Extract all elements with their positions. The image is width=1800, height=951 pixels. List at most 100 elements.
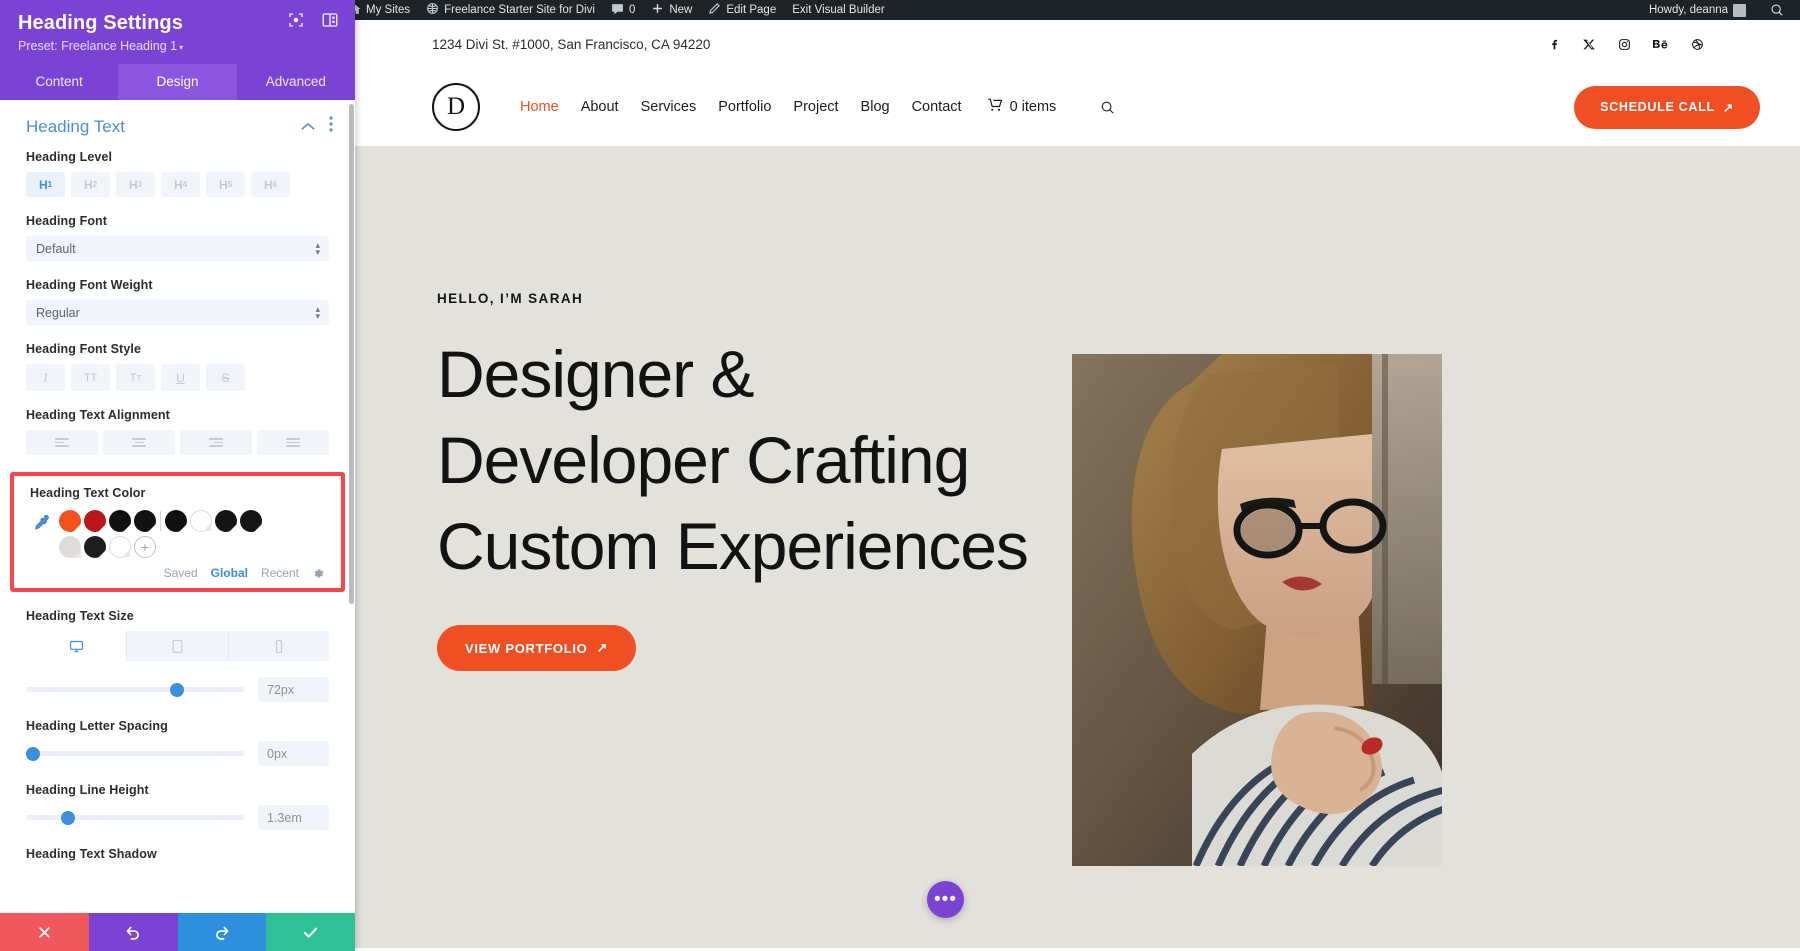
arrow-up-right-icon: ↗ — [596, 640, 608, 656]
eyedropper-icon[interactable] — [30, 510, 52, 536]
admin-bar-item-new[interactable]: New — [643, 0, 700, 20]
nav-item-project[interactable]: Project — [793, 99, 838, 115]
search-icon[interactable] — [1762, 0, 1792, 20]
align-justify-button[interactable] — [257, 430, 329, 455]
chevron-down-icon: ▾ — [179, 43, 183, 52]
color-swatch[interactable] — [109, 510, 131, 532]
slider-knob[interactable] — [61, 811, 75, 825]
color-swatch[interactable] — [84, 536, 106, 558]
heading-text-color-highlight: Heading Text Color — [10, 472, 345, 592]
view-portfolio-button[interactable]: VIEW PORTFOLIO ↗ — [437, 625, 636, 671]
heading-font-weight-select[interactable]: Regular ▴▾ — [26, 300, 329, 325]
behance-icon[interactable] — [1653, 39, 1669, 50]
heading-level-h6[interactable]: H6 — [251, 172, 290, 197]
panel-preset[interactable]: Preset: Freelance Heading 1▾ — [18, 39, 337, 64]
heading-level-h5[interactable]: H5 — [206, 172, 245, 197]
hero-headline[interactable]: Designer & Developer Crafting Custom Exp… — [437, 332, 1057, 589]
instagram-icon[interactable] — [1618, 38, 1631, 51]
field-heading-line-height: Heading Line Height 1.3em — [0, 783, 355, 830]
align-center-button[interactable] — [103, 430, 175, 455]
panel-layout-icon[interactable] — [321, 11, 339, 29]
schedule-call-button[interactable]: SCHEDULE CALL ↗ — [1574, 86, 1760, 129]
tab-design[interactable]: Design — [118, 64, 236, 100]
color-swatch[interactable] — [190, 510, 212, 532]
nav-item-contact[interactable]: Contact — [912, 99, 962, 115]
heading-line-height-value[interactable]: 1.3em — [258, 805, 329, 830]
site-logo[interactable]: D — [432, 83, 480, 131]
color-swatch[interactable] — [240, 510, 262, 532]
focus-target-icon[interactable] — [287, 11, 305, 29]
preset-label: Preset: Freelance Heading 1 — [18, 39, 177, 53]
color-swatch[interactable] — [165, 510, 187, 532]
field-heading-font-style: Heading Font Style I TT TT U S — [0, 342, 355, 391]
align-right-button[interactable] — [180, 430, 252, 455]
kebab-menu-icon[interactable] — [329, 116, 333, 137]
add-color-button[interactable]: + — [134, 536, 156, 558]
tab-content[interactable]: Content — [0, 64, 118, 100]
color-swatches: + — [59, 510, 275, 558]
arrow-up-right-icon: ↗ — [1723, 100, 1734, 115]
color-swatch[interactable] — [84, 510, 106, 532]
heading-level-h3[interactable]: H3 — [116, 172, 155, 197]
admin-bar-item-exit-visual-builder[interactable]: Exit Visual Builder — [784, 0, 892, 20]
slider-knob[interactable] — [26, 747, 40, 761]
font-style-strikethrough-button[interactable]: S — [206, 364, 245, 391]
howdy-user[interactable]: Howdy, deanna — [1641, 0, 1754, 20]
chevron-up-icon[interactable] — [301, 118, 315, 136]
heading-letter-spacing-value[interactable]: 0px — [258, 741, 329, 766]
nav-item-home[interactable]: Home — [520, 99, 559, 115]
panel-scrollbar[interactable] — [349, 104, 354, 604]
color-swatch[interactable] — [109, 536, 131, 558]
device-phone-button[interactable] — [229, 631, 329, 661]
panel-header-icons — [287, 11, 339, 29]
gear-icon[interactable] — [312, 567, 325, 580]
save-button[interactable] — [266, 913, 355, 951]
color-swatch[interactable] — [59, 536, 81, 558]
heading-text-size-value[interactable]: 72px — [258, 677, 329, 702]
color-swatch[interactable] — [59, 510, 81, 532]
tab-advanced[interactable]: Advanced — [237, 64, 355, 100]
nav-item-services[interactable]: Services — [641, 99, 697, 115]
search-icon[interactable] — [1100, 100, 1115, 115]
font-style-underline-button[interactable]: U — [161, 364, 200, 391]
device-tablet-button[interactable] — [127, 631, 228, 661]
palette-tab-recent[interactable]: Recent — [261, 566, 299, 580]
nav-item-about[interactable]: About — [581, 99, 619, 115]
heading-level-h1[interactable]: H1 — [26, 172, 65, 197]
undo-button[interactable] — [89, 913, 178, 951]
nav-item-portfolio[interactable]: Portfolio — [718, 99, 771, 115]
palette-tab-global[interactable]: Global — [211, 566, 248, 580]
admin-bar-item-comments[interactable]: 0 — [603, 0, 643, 20]
align-left-button[interactable] — [26, 430, 98, 455]
color-swatch[interactable] — [215, 510, 237, 532]
redo-button[interactable] — [178, 913, 267, 951]
heading-level-h2[interactable]: H2 — [71, 172, 110, 197]
device-desktop-button[interactable] — [26, 631, 127, 661]
admin-bar-item-edit-page[interactable]: Edit Page — [700, 0, 784, 20]
more-options-icon[interactable]: ••• — [927, 881, 964, 918]
heading-letter-spacing-slider[interactable] — [26, 745, 244, 763]
heading-line-height-slider[interactable] — [26, 809, 244, 827]
font-style-uppercase-button[interactable]: TT — [71, 364, 110, 391]
font-style-capitalize-button[interactable]: TT — [116, 364, 155, 391]
panel-scroll-area: Heading Text Heading Level H1 — [0, 100, 355, 913]
admin-bar-item-site-name[interactable]: Freelance Starter Site for Divi — [418, 0, 603, 20]
x-twitter-icon[interactable] — [1583, 38, 1596, 51]
dribbble-icon[interactable] — [1691, 38, 1704, 51]
slider-knob[interactable] — [170, 683, 184, 697]
section-heading-text[interactable]: Heading Text — [0, 100, 355, 150]
palette-tab-saved[interactable]: Saved — [164, 566, 198, 580]
heading-level-h4[interactable]: H4 — [161, 172, 200, 197]
font-style-italic-button[interactable]: I — [26, 364, 65, 391]
color-swatch[interactable] — [134, 510, 156, 532]
heading-font-select[interactable]: Default ▴▾ — [26, 236, 329, 261]
facebook-icon[interactable] — [1548, 38, 1561, 51]
cancel-button[interactable] — [0, 913, 89, 951]
heading-text-size-slider[interactable] — [26, 681, 244, 699]
admin-bar-label: Edit Page — [726, 4, 776, 16]
nav-item-blog[interactable]: Blog — [861, 99, 890, 115]
admin-bar-label: Freelance Starter Site for Divi — [444, 4, 595, 16]
divi-visual-builder-screen: 1234 Divi St. #1000, San Francisco, CA 9… — [0, 0, 1800, 951]
slider-track — [26, 687, 244, 692]
cart-link[interactable]: 0 items — [988, 98, 1057, 116]
